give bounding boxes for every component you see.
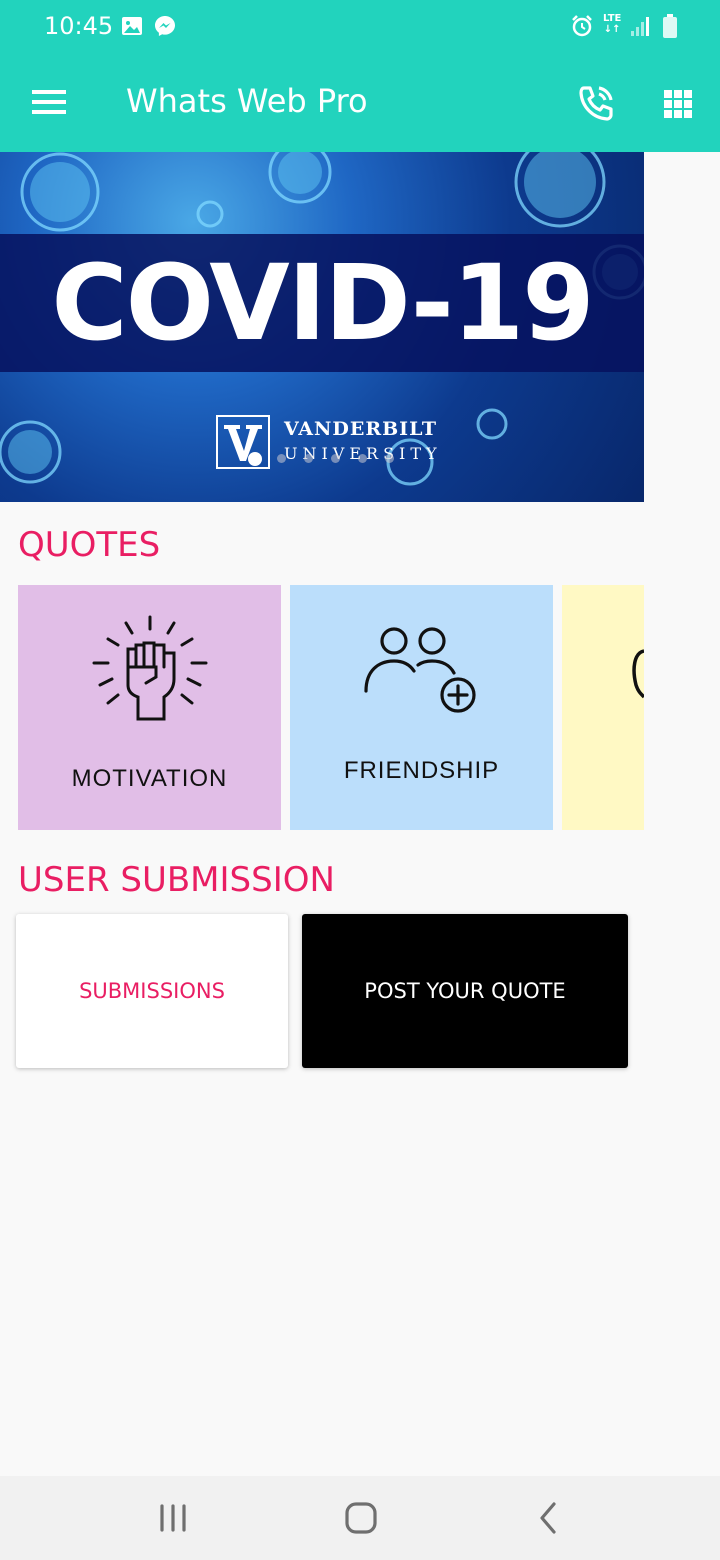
banner-title: COVID-19: [51, 242, 594, 364]
image-icon: [122, 17, 142, 35]
carousel-dot[interactable]: [358, 454, 367, 463]
status-time: 10:45: [44, 12, 114, 40]
add-friend-icon: [364, 627, 476, 713]
card-friendship[interactable]: FRIENDSHIP: [290, 585, 553, 830]
banner-carousel[interactable]: COVID-19 VANDERBILT UNIVERSITY: [0, 152, 644, 502]
app-bar: Whats Web Pro: [0, 56, 720, 152]
recent-apps-icon[interactable]: [152, 1498, 196, 1538]
signal-icon: [631, 17, 649, 36]
menu-icon[interactable]: [26, 80, 74, 128]
carousel-dot[interactable]: [248, 452, 262, 466]
app-title: Whats Web Pro: [126, 82, 368, 120]
carousel-dot[interactable]: [304, 454, 313, 463]
carousel-dot[interactable]: [385, 454, 394, 463]
card-category-3[interactable]: [562, 585, 644, 830]
raised-fist-icon: [92, 615, 208, 721]
phone-call-icon[interactable]: [572, 80, 620, 128]
carousel-dot[interactable]: [277, 454, 286, 463]
grid-icon[interactable]: [656, 82, 700, 126]
alarm-icon: [572, 15, 592, 37]
card-motivation-label: MOTIVATION: [71, 765, 228, 792]
partial-circle-icon: [632, 649, 644, 699]
card-motivation[interactable]: MOTIVATION: [18, 585, 281, 830]
status-bar: 10:45 LTE ↓↑: [0, 0, 720, 56]
quotes-heading: QUOTES: [18, 525, 161, 565]
submissions-button[interactable]: SUBMISSIONS: [16, 914, 288, 1068]
logo-text-line1: VANDERBILT: [284, 418, 438, 440]
battery-icon: [663, 14, 677, 38]
navigation-bar: [0, 1476, 720, 1560]
lte-icon: LTE ↓↑: [603, 13, 622, 35]
back-icon[interactable]: [526, 1498, 570, 1538]
carousel-dot[interactable]: [331, 454, 340, 463]
post-quote-button[interactable]: POST YOUR QUOTE: [302, 914, 628, 1068]
card-friendship-label: FRIENDSHIP: [343, 757, 500, 784]
vanderbilt-logo: [216, 415, 270, 469]
home-icon[interactable]: [338, 1498, 382, 1538]
quote-categories: MOTIVATION FRIENDSHIP: [0, 585, 644, 830]
user-submission-heading: USER SUBMISSION: [18, 860, 335, 900]
messenger-icon: [155, 16, 175, 36]
